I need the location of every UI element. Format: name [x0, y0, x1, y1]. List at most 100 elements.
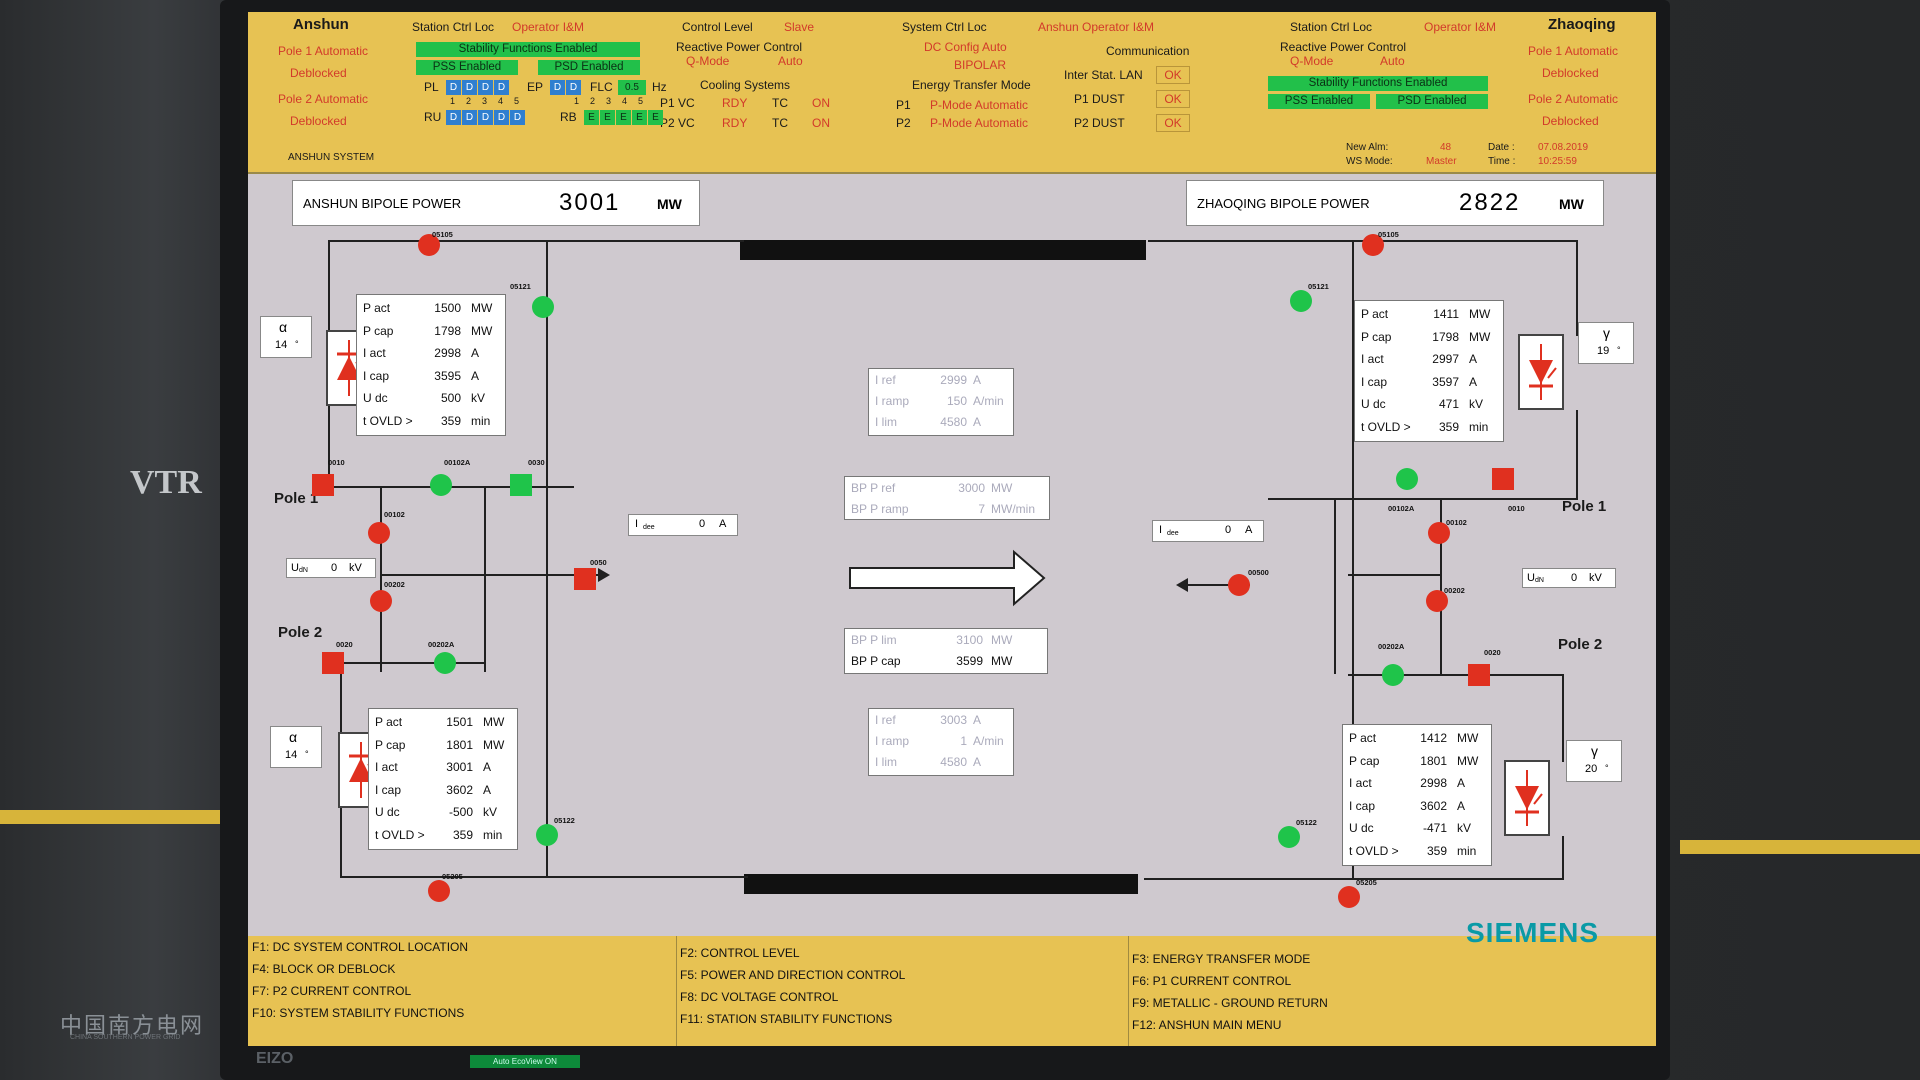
- auto-right[interactable]: Auto: [1380, 54, 1405, 68]
- function-key-2[interactable]: F2: CONTROL LEVEL: [680, 946, 800, 960]
- pl-d-box[interactable]: D: [494, 80, 509, 95]
- dc-line-pole2: [744, 874, 1138, 894]
- disconnector-l-0020[interactable]: [322, 652, 344, 674]
- left-pole2-mode[interactable]: Pole 2 Automatic: [278, 92, 368, 106]
- ru-d-box[interactable]: D: [478, 110, 493, 125]
- new-alm-label: New Alm:: [1346, 142, 1389, 153]
- breaker-l-00102A[interactable]: [430, 474, 452, 496]
- breaker-r-00500[interactable]: [1228, 574, 1250, 596]
- right-pole1-state[interactable]: Deblocked: [1542, 66, 1599, 80]
- rb-e-box[interactable]: E: [632, 110, 647, 125]
- breaker-r-00102A[interactable]: [1396, 468, 1418, 490]
- setpoint-name: BP P cap: [851, 654, 901, 668]
- measure-value: 359: [452, 827, 473, 842]
- qmode-left[interactable]: Q-Mode: [686, 54, 729, 68]
- control-setpoints-bp2[interactable]: BP P lim 3100 MW BP P cap 3599 MW: [844, 628, 1048, 674]
- ecoview-indicator: Auto EcoView ON: [470, 1055, 580, 1068]
- function-key-6[interactable]: F6: P1 CURRENT CONTROL: [1132, 974, 1291, 988]
- disconnector-l-0050[interactable]: [574, 568, 596, 590]
- flc-value[interactable]: 0.5: [618, 80, 646, 95]
- station-ctrl-loc-value-right[interactable]: Operator I&M: [1424, 20, 1496, 34]
- breaker-r-05121[interactable]: [1290, 290, 1312, 312]
- psd-enabled-right[interactable]: PSD Enabled: [1376, 94, 1488, 109]
- dc-config[interactable]: DC Config Auto: [924, 40, 1007, 54]
- new-alm-value[interactable]: 48: [1440, 142, 1451, 153]
- ru-d-box[interactable]: D: [494, 110, 509, 125]
- stability-functions-left[interactable]: Stability Functions Enabled: [416, 42, 640, 57]
- ep-d-box[interactable]: D: [566, 80, 581, 95]
- breaker-l-00202A[interactable]: [434, 652, 456, 674]
- system-ctrl-loc-value[interactable]: Anshun Operator I&M: [1038, 20, 1154, 34]
- rb-e-box[interactable]: E: [584, 110, 599, 125]
- breaker-l-00102[interactable]: [368, 522, 390, 544]
- pss-enabled-left[interactable]: PSS Enabled: [416, 60, 518, 75]
- p2-dust-ok[interactable]: OK: [1156, 114, 1190, 132]
- power-value: 2822: [1459, 189, 1521, 216]
- breaker-l-00202[interactable]: [370, 590, 392, 612]
- qmode-right[interactable]: Q-Mode: [1290, 54, 1333, 68]
- breaker-l-05205[interactable]: [428, 880, 450, 902]
- etm-p2-mode[interactable]: P-Mode Automatic: [930, 116, 1028, 130]
- pss-enabled-right[interactable]: PSS Enabled: [1268, 94, 1370, 109]
- breaker-r-05205[interactable]: [1338, 886, 1360, 908]
- pl-d-box[interactable]: D: [446, 80, 461, 95]
- disconnector-r-0010[interactable]: [1492, 468, 1514, 490]
- thyristor-valve-right-p1[interactable]: [1518, 334, 1564, 410]
- left-pole1-mode[interactable]: Pole 1 Automatic: [278, 44, 368, 58]
- cooling-label: Cooling Systems: [700, 78, 791, 92]
- p1vc-rdy[interactable]: RDY: [722, 96, 747, 110]
- idee-unit: A: [1245, 524, 1253, 536]
- control-setpoints-bp[interactable]: BP P ref 3000 MW BP P ramp 7 MW/min: [844, 476, 1050, 520]
- measure-row: I cap 3597 A: [1361, 375, 1497, 393]
- function-key-7[interactable]: F7: P2 CURRENT CONTROL: [252, 984, 411, 998]
- p1vc-on[interactable]: ON: [812, 96, 830, 110]
- left-pole1-state[interactable]: Deblocked: [290, 66, 347, 80]
- auto-left[interactable]: Auto: [778, 54, 803, 68]
- p2vc-rdy[interactable]: RDY: [722, 116, 747, 130]
- inter-stat-lan-ok[interactable]: OK: [1156, 66, 1190, 84]
- disconnector-l-0030[interactable]: [510, 474, 532, 496]
- measure-unit: MW: [1457, 753, 1479, 768]
- p2vc-on[interactable]: ON: [812, 116, 830, 130]
- function-key-12[interactable]: F12: ANSHUN MAIN MENU: [1132, 1018, 1281, 1032]
- control-setpoints-i2[interactable]: I ref 3003 A I ramp 1 A/min I lim 4580 A: [868, 708, 1014, 776]
- disconnector-l-0010[interactable]: [312, 474, 334, 496]
- left-pole2-state[interactable]: Deblocked: [290, 114, 347, 128]
- function-key-4[interactable]: F4: BLOCK OR DEBLOCK: [252, 962, 395, 976]
- wire: [546, 240, 744, 242]
- stability-functions-right[interactable]: Stability Functions Enabled: [1268, 76, 1488, 91]
- thyristor-valve-right-p2[interactable]: [1504, 760, 1550, 836]
- measure-row: P act 1412 MW: [1349, 731, 1485, 749]
- bipolar-value[interactable]: BIPOLAR: [954, 58, 1006, 72]
- ep-d-box[interactable]: D: [550, 80, 565, 95]
- disconnector-r-0020[interactable]: [1468, 664, 1490, 686]
- ru-d-box[interactable]: D: [510, 110, 525, 125]
- function-key-9[interactable]: F9: METALLIC - GROUND RETURN: [1132, 996, 1328, 1010]
- station-ctrl-loc-value[interactable]: Operator I&M: [512, 20, 584, 34]
- function-key-1[interactable]: F1: DC SYSTEM CONTROL LOCATION: [252, 940, 468, 954]
- breaker-r-05122[interactable]: [1278, 826, 1300, 848]
- function-key-3[interactable]: F3: ENERGY TRANSFER MODE: [1132, 952, 1310, 966]
- breaker-l-05122[interactable]: [536, 824, 558, 846]
- psd-enabled-left[interactable]: PSD Enabled: [538, 60, 640, 75]
- control-level-value[interactable]: Slave: [784, 20, 814, 34]
- function-key-10[interactable]: F10: SYSTEM STABILITY FUNCTIONS: [252, 1006, 464, 1020]
- control-setpoints-i1[interactable]: I ref 2999 A I ramp 150 A/min I lim 4580 A: [868, 368, 1014, 436]
- p1-dust-ok[interactable]: OK: [1156, 90, 1190, 108]
- function-key-8[interactable]: F8: DC VOLTAGE CONTROL: [680, 990, 838, 1004]
- pl-d-box[interactable]: D: [462, 80, 477, 95]
- etm-p1-mode[interactable]: P-Mode Automatic: [930, 98, 1028, 112]
- rb-e-box[interactable]: E: [648, 110, 663, 125]
- breaker-l-05121[interactable]: [532, 296, 554, 318]
- pl-d-box[interactable]: D: [478, 80, 493, 95]
- function-key-5[interactable]: F5: POWER AND DIRECTION CONTROL: [680, 968, 905, 982]
- rb-e-box[interactable]: E: [600, 110, 615, 125]
- breaker-r-00202A[interactable]: [1382, 664, 1404, 686]
- ru-d-box[interactable]: D: [446, 110, 461, 125]
- right-pole2-state[interactable]: Deblocked: [1542, 114, 1599, 128]
- right-pole2-mode[interactable]: Pole 2 Automatic: [1528, 92, 1618, 106]
- right-pole1-mode[interactable]: Pole 1 Automatic: [1528, 44, 1618, 58]
- function-key-11[interactable]: F11: STATION STABILITY FUNCTIONS: [680, 1012, 892, 1026]
- ru-d-box[interactable]: D: [462, 110, 477, 125]
- rb-e-box[interactable]: E: [616, 110, 631, 125]
